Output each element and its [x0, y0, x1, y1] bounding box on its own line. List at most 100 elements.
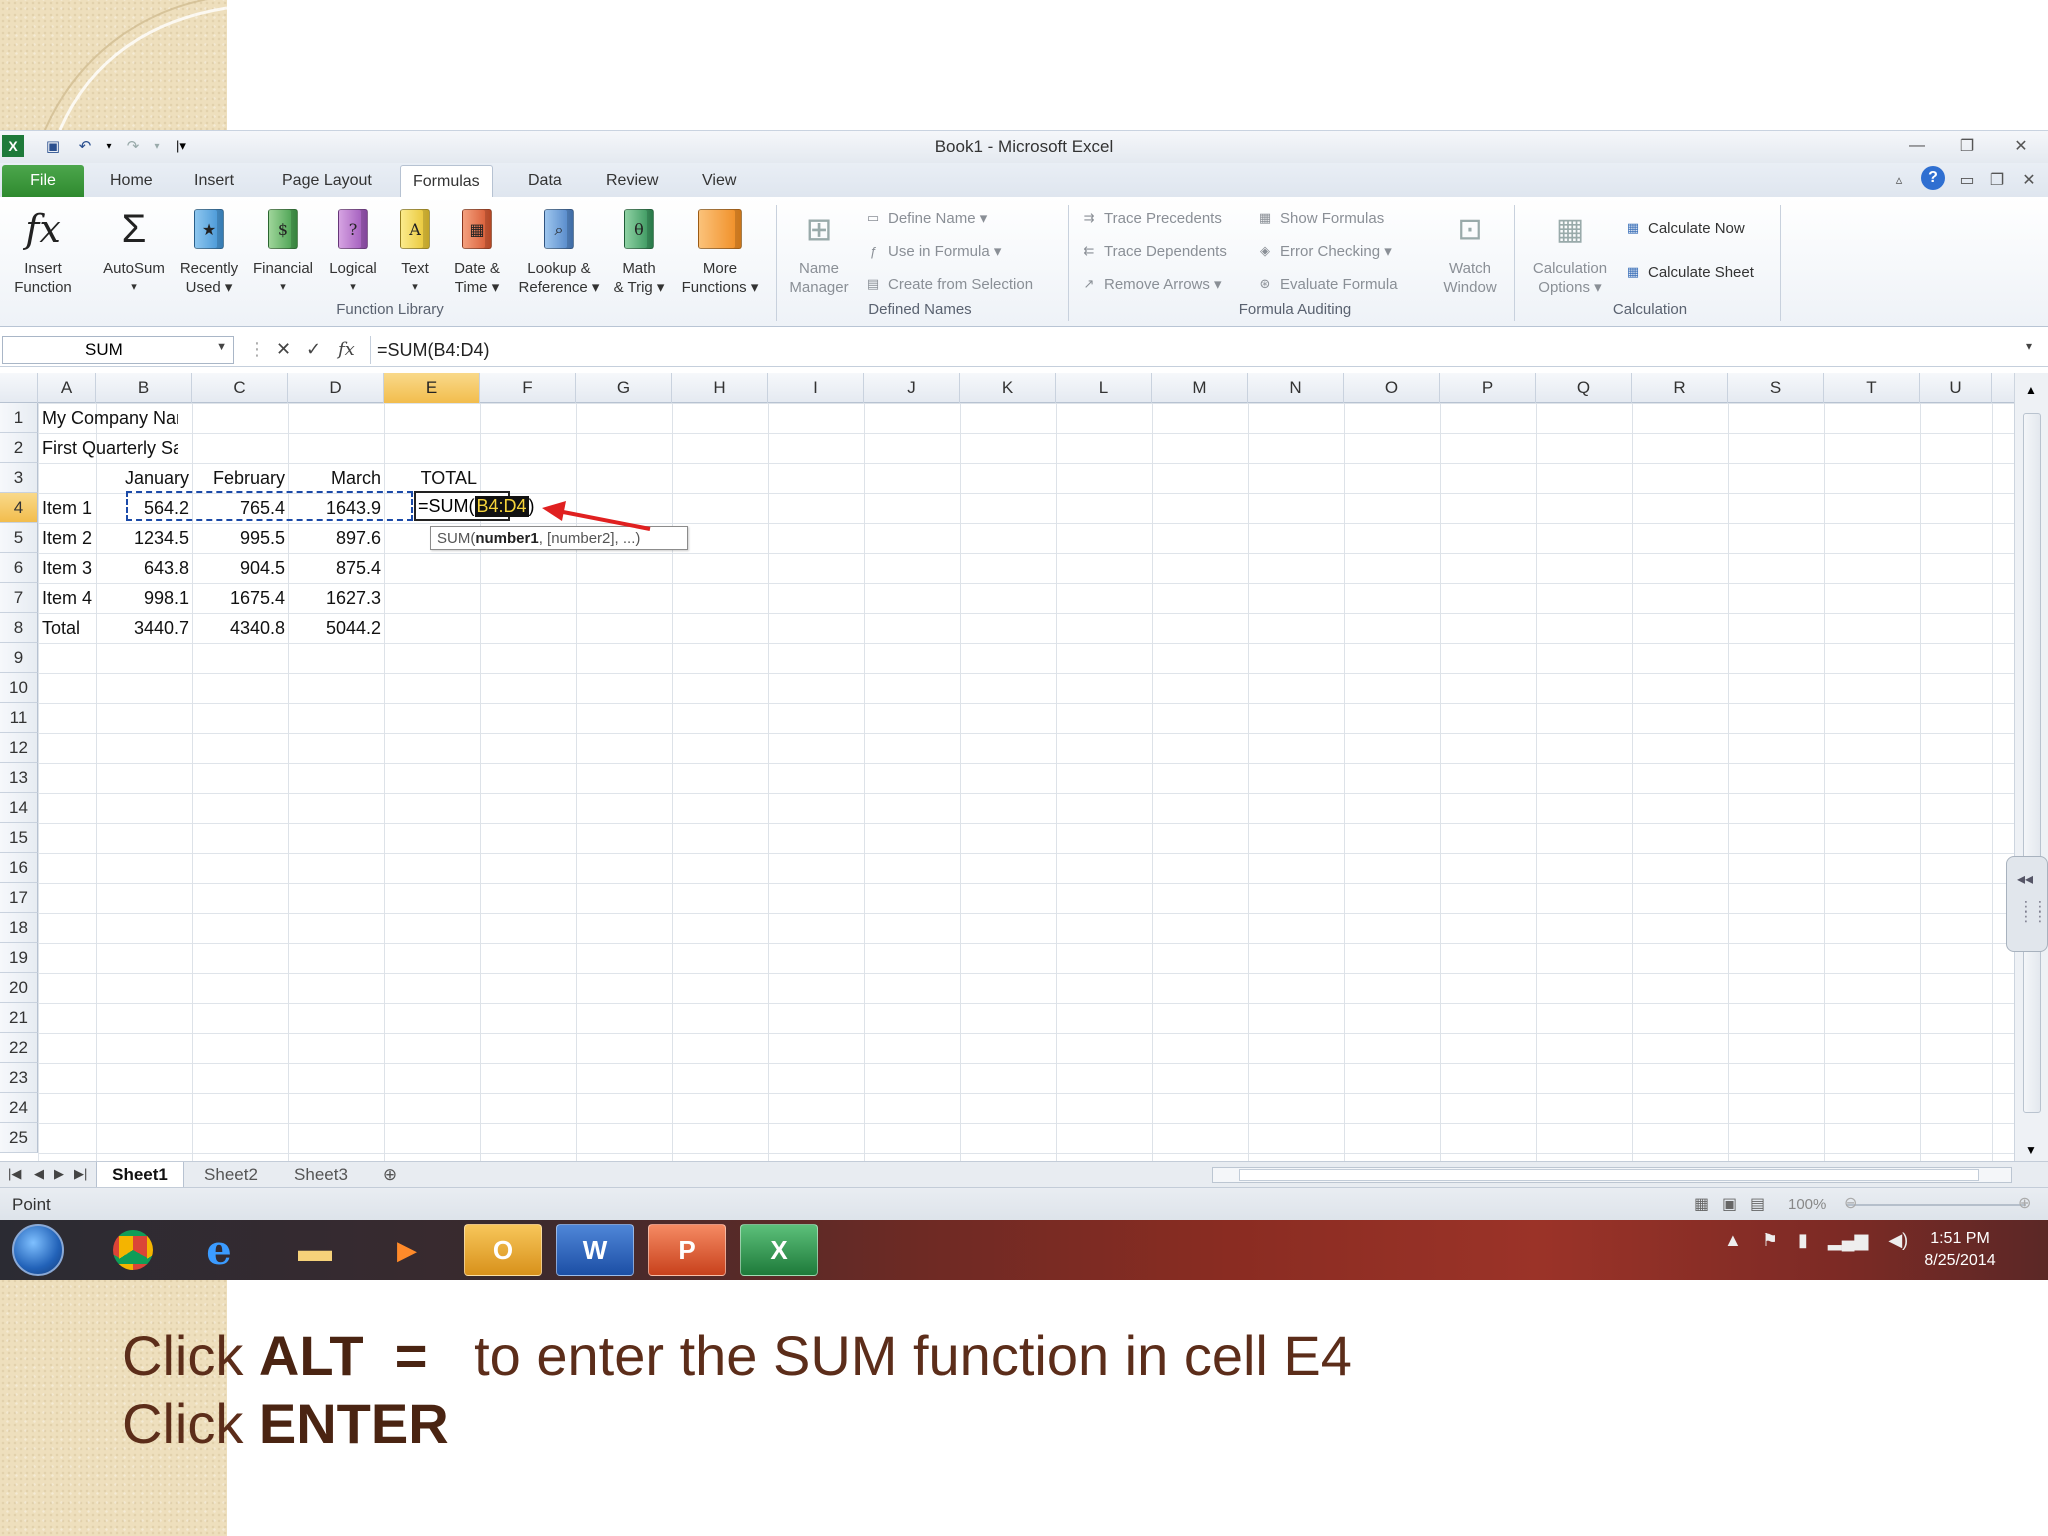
- row-header-11[interactable]: 11: [0, 703, 38, 733]
- row-header-14[interactable]: 14: [0, 793, 38, 823]
- cell-c7[interactable]: 1675.4: [192, 583, 288, 613]
- cell-b8[interactable]: 3440.7: [96, 613, 192, 643]
- column-header-b[interactable]: B: [96, 373, 192, 403]
- financial-button[interactable]: $ Financial ▾: [246, 205, 320, 297]
- workbook-close-icon[interactable]: ✕: [2012, 167, 2046, 193]
- column-header-c[interactable]: C: [192, 373, 288, 403]
- remove-arrows-button[interactable]: ↗ Remove Arrows ▾: [1080, 273, 1222, 295]
- column-header-o[interactable]: O: [1344, 373, 1440, 403]
- row-header-16[interactable]: 16: [0, 853, 38, 883]
- next-sheet-icon[interactable]: ▶: [54, 1166, 64, 1182]
- normal-view-icon[interactable]: ▦: [1694, 1194, 1709, 1214]
- restore-icon[interactable]: ❐: [1950, 133, 1984, 159]
- cell-a2[interactable]: First Quarterly Sales: [38, 433, 178, 463]
- column-header-f[interactable]: F: [480, 373, 576, 403]
- cell-c5[interactable]: 995.5: [192, 523, 288, 553]
- media-player-icon[interactable]: ▶: [368, 1224, 446, 1276]
- sheet-tab-sheet3[interactable]: Sheet3: [280, 1162, 362, 1188]
- vertical-scroll-thumb[interactable]: [2023, 413, 2041, 1113]
- close-icon[interactable]: ✕: [2004, 133, 2038, 159]
- insert-function-icon[interactable]: fx: [338, 339, 355, 360]
- cell-a1[interactable]: My Company Name: [38, 403, 178, 433]
- first-sheet-icon[interactable]: |◀: [8, 1166, 21, 1182]
- more-functions-button[interactable]: More Functions ▾: [674, 205, 766, 297]
- show-formulas-button[interactable]: ▦ Show Formulas: [1256, 207, 1384, 229]
- row-header-18[interactable]: 18: [0, 913, 38, 943]
- column-header-h[interactable]: H: [672, 373, 768, 403]
- system-clock[interactable]: 1:51 PM 8/25/2014: [1900, 1228, 2020, 1272]
- column-header-i[interactable]: I: [768, 373, 864, 403]
- column-header-k[interactable]: K: [960, 373, 1056, 403]
- chrome-icon[interactable]: [94, 1224, 172, 1276]
- cell-b4[interactable]: 564.2: [96, 493, 192, 523]
- row-header-1[interactable]: 1: [0, 403, 38, 433]
- trace-precedents-button[interactable]: ⇉ Trace Precedents: [1080, 207, 1222, 229]
- column-header-l[interactable]: L: [1056, 373, 1152, 403]
- cancel-icon[interactable]: ✕: [276, 339, 291, 360]
- row-header-24[interactable]: 24: [0, 1093, 38, 1123]
- side-panel-handle[interactable]: ◂◂ ⋮⋮ ⋮⋮: [2006, 856, 2048, 952]
- powerpoint-icon[interactable]: P: [648, 1224, 726, 1276]
- column-header-r[interactable]: R: [1632, 373, 1728, 403]
- column-header-t[interactable]: T: [1824, 373, 1920, 403]
- tab-data[interactable]: Data: [516, 165, 574, 197]
- sheet-tab-sheet2[interactable]: Sheet2: [190, 1162, 272, 1188]
- word-icon[interactable]: W: [556, 1224, 634, 1276]
- network-signal-icon[interactable]: ▂▄▆: [1828, 1230, 1868, 1251]
- row-header-19[interactable]: 19: [0, 943, 38, 973]
- create-from-selection-button[interactable]: ▤ Create from Selection: [864, 273, 1033, 295]
- page-layout-view-icon[interactable]: ▣: [1722, 1194, 1737, 1214]
- minimize-icon[interactable]: —: [1900, 133, 1934, 159]
- cell-b3[interactable]: January: [96, 463, 192, 493]
- row-header-4[interactable]: 4: [0, 493, 38, 523]
- device-icon[interactable]: ▮: [1798, 1230, 1808, 1251]
- last-sheet-icon[interactable]: ▶|: [74, 1166, 87, 1182]
- row-header-25[interactable]: 25: [0, 1123, 38, 1153]
- enter-icon[interactable]: ✓: [306, 339, 321, 360]
- row-header-10[interactable]: 10: [0, 673, 38, 703]
- column-header-a[interactable]: A: [38, 373, 96, 403]
- column-header-s[interactable]: S: [1728, 373, 1824, 403]
- column-header-g[interactable]: G: [576, 373, 672, 403]
- horizontal-scrollbar[interactable]: [1212, 1167, 2012, 1183]
- trace-dependents-button[interactable]: ⇇ Trace Dependents: [1080, 240, 1227, 262]
- active-cell-e4[interactable]: =SUM(B4:D4): [414, 491, 535, 521]
- evaluate-formula-button[interactable]: ⊛ Evaluate Formula: [1256, 273, 1398, 295]
- row-header-9[interactable]: 9: [0, 643, 38, 673]
- row-header-22[interactable]: 22: [0, 1033, 38, 1063]
- date-time-button[interactable]: ▦ Date & Time ▾: [444, 205, 510, 297]
- tab-view[interactable]: View: [690, 165, 748, 197]
- insert-function-button[interactable]: fx Insert Function: [6, 205, 80, 297]
- action-center-flag-icon[interactable]: ⚑: [1762, 1230, 1778, 1251]
- row-header-17[interactable]: 17: [0, 883, 38, 913]
- recently-used-button[interactable]: ★ Recently Used ▾: [174, 205, 244, 297]
- calculate-now-button[interactable]: ▦ Calculate Now: [1624, 217, 1745, 239]
- file-explorer-icon[interactable]: ▬: [276, 1224, 354, 1276]
- name-box[interactable]: SUM ▼: [2, 336, 234, 364]
- excel-taskbar-icon[interactable]: X: [740, 1224, 818, 1276]
- scroll-up-icon[interactable]: ▲: [2025, 383, 2037, 397]
- tab-page-layout[interactable]: Page Layout: [270, 165, 384, 197]
- tab-insert[interactable]: Insert: [182, 165, 246, 197]
- column-header-n[interactable]: N: [1248, 373, 1344, 403]
- row-header-20[interactable]: 20: [0, 973, 38, 1003]
- cell-d6[interactable]: 875.4: [288, 553, 384, 583]
- start-button-icon[interactable]: [12, 1224, 64, 1276]
- lookup-reference-button[interactable]: ⌕ Lookup & Reference ▾: [512, 205, 606, 297]
- row-header-5[interactable]: 5: [0, 523, 38, 553]
- tab-formulas[interactable]: Formulas: [400, 165, 493, 197]
- text-functions-button[interactable]: A Text ▾: [392, 205, 438, 297]
- cell-d3[interactable]: March: [288, 463, 384, 493]
- row-header-12[interactable]: 12: [0, 733, 38, 763]
- zoom-in-icon[interactable]: ⊕: [2018, 1193, 2031, 1213]
- name-manager-button[interactable]: ⊞ Name Manager: [782, 205, 856, 297]
- page-break-view-icon[interactable]: ▤: [1750, 1194, 1765, 1214]
- sheet-tab-sheet1[interactable]: Sheet1: [96, 1162, 184, 1188]
- cell-c3[interactable]: February: [192, 463, 288, 493]
- expand-formula-bar-icon[interactable]: ▾: [2026, 339, 2032, 353]
- column-header-m[interactable]: M: [1152, 373, 1248, 403]
- select-all-corner[interactable]: [0, 373, 38, 403]
- column-header-d[interactable]: D: [288, 373, 384, 403]
- row-header-15[interactable]: 15: [0, 823, 38, 853]
- cell-c8[interactable]: 4340.8: [192, 613, 288, 643]
